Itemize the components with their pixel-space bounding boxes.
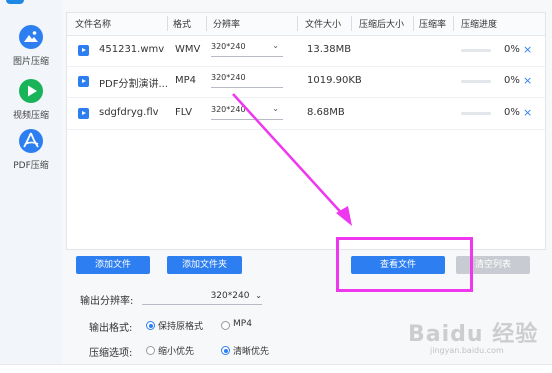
annotation-highlight-box — [336, 237, 473, 292]
watermark-logo: Baidu 经验 — [408, 322, 539, 347]
watermark-url: jingyan.baidu.com — [430, 346, 504, 355]
